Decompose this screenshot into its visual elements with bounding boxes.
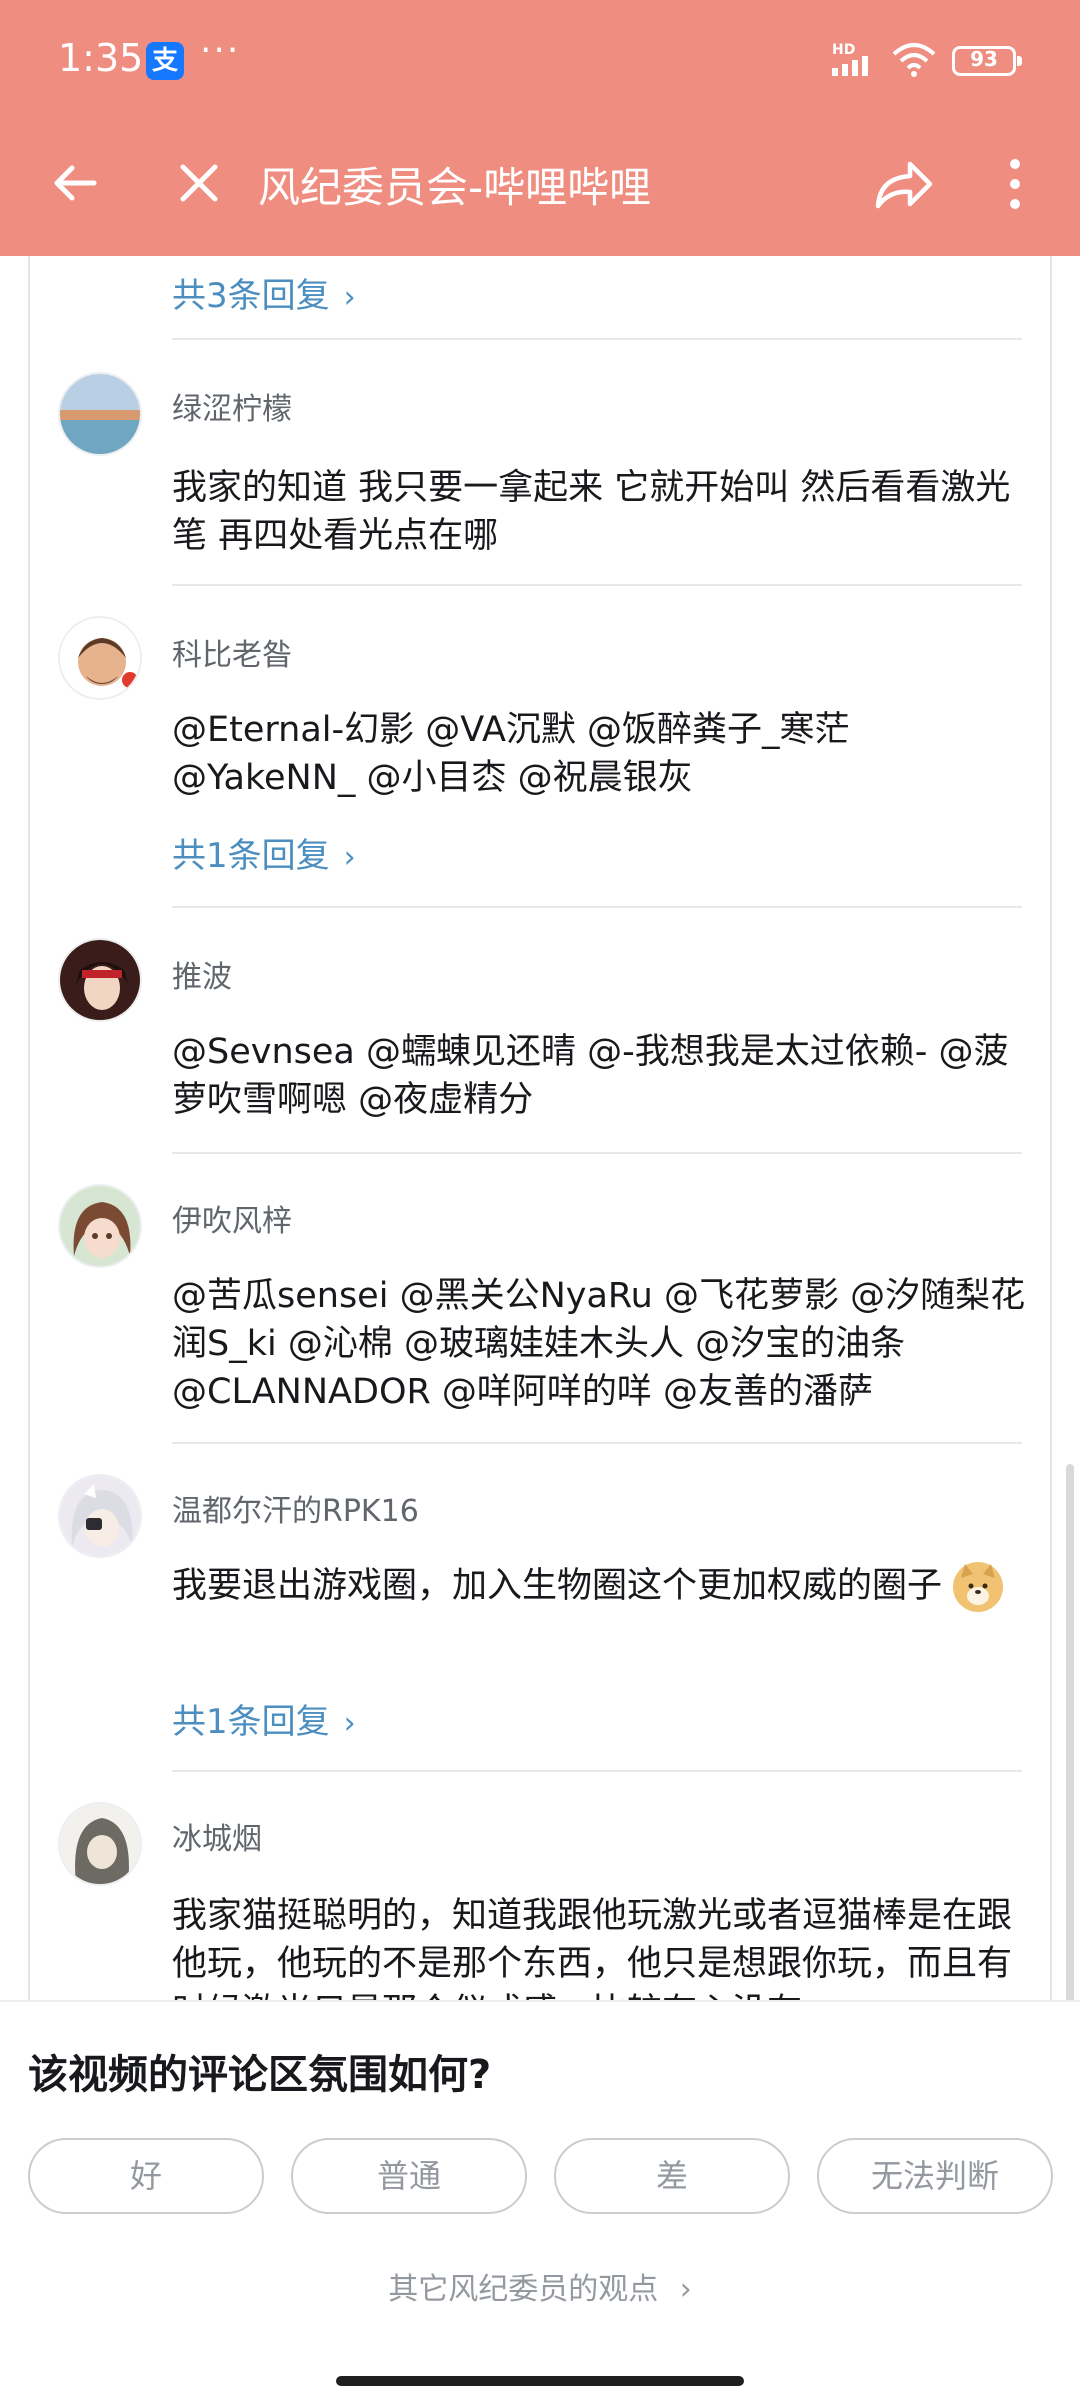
option-undecided-button[interactable]: 无法判断 — [817, 2138, 1053, 2214]
battery-icon: 93 — [952, 46, 1022, 76]
signal-icon — [832, 56, 868, 76]
divider — [172, 1152, 1022, 1154]
comment-text: 我家猫挺聪明的，知道我跟他玩激光或者逗猫棒是在跟他玩，他玩的不是那个东西，他只是… — [172, 1896, 1013, 2000]
other-opinions-label: 其它风纪委员的观点 — [388, 2272, 659, 2307]
avatar[interactable] — [58, 1184, 142, 1268]
divider — [172, 1442, 1022, 1444]
scrollbar[interactable] — [1066, 1464, 1074, 2084]
reply-count-label: 共1条回复 — [172, 836, 330, 876]
divider — [172, 906, 1022, 908]
rating-sheet: 该视频的评论区氛围如何? 好 普通 差 无法判断 其它风纪委员的观点 › — [0, 2000, 1080, 2403]
avatar[interactable] — [58, 616, 142, 700]
status-time: 1:35 — [58, 36, 144, 80]
divider — [172, 338, 1022, 340]
avatar[interactable] — [58, 372, 142, 456]
view-replies-link[interactable]: 共1条回复 › — [172, 1694, 356, 1743]
username[interactable]: 绿涩柠檬 — [172, 384, 292, 428]
reply-count-label: 共3条回复 — [172, 276, 330, 316]
option-normal-button[interactable]: 普通 — [291, 2138, 527, 2214]
comment-text: @苦瓜sensei @黑关公NyaRu @飞花萝影 @汐随梨花润S_ki @沁棉… — [172, 1276, 1026, 1412]
notification-more-icon: ··· — [200, 30, 241, 71]
avatar[interactable] — [58, 938, 142, 1022]
chevron-right-icon: › — [343, 840, 356, 875]
page-title: 风纪委员会-哔哩哔哩 — [258, 163, 652, 212]
comment-list[interactable]: 共3条回复 › 绿涩柠檬 我家的知道 我只要一拿起来 它就开始叫 然后看看激光笔 … — [28, 256, 1052, 2000]
comment-text: 我家的知道 我只要一拿起来 它就开始叫 然后看看激光笔 再四处看光点在哪 — [172, 468, 1011, 556]
username[interactable]: 科比老昝 — [172, 630, 292, 674]
username[interactable]: 伊吹风梓 — [172, 1196, 292, 1240]
chevron-right-icon: › — [343, 1706, 356, 1741]
wifi-icon — [892, 43, 936, 77]
comment-text: 我要退出游戏圈，加入生物圈这个更加权威的圈子 — [172, 1562, 1042, 1612]
more-vertical-icon[interactable] — [1000, 154, 1030, 214]
view-replies-link[interactable]: 共1条回复 › — [172, 828, 356, 877]
comment-text-content: 我要退出游戏圈，加入生物圈这个更加权威的圈子 — [172, 1566, 943, 1606]
doge-emoji-icon — [953, 1562, 1004, 1612]
battery-level: 93 — [970, 47, 998, 71]
chevron-right-icon: › — [343, 280, 356, 315]
option-good-button[interactable]: 好 — [28, 2138, 264, 2214]
username[interactable]: 温都尔汗的RPK16 — [172, 1486, 419, 1530]
divider — [172, 1770, 1022, 1772]
username[interactable]: 冰城烟 — [172, 1814, 262, 1858]
view-replies-link[interactable]: 共3条回复 › — [172, 268, 356, 317]
comment-text: @Sevnsea @蠕蝀见还晴 @-我想我是太过依赖- @菠萝吹雪啊嗯 @夜虚精… — [172, 1032, 1009, 1120]
avatar[interactable] — [58, 1802, 142, 1886]
reply-count-label: 共1条回复 — [172, 1702, 330, 1742]
alipay-icon: 支 — [146, 42, 184, 80]
close-icon[interactable] — [174, 158, 224, 208]
chevron-right-icon: › — [679, 2272, 692, 2307]
share-icon[interactable] — [870, 154, 936, 214]
nav-bar: 风纪委员会-哔哩哔哩 — [0, 120, 1080, 256]
option-bad-button[interactable]: 差 — [554, 2138, 790, 2214]
username[interactable]: 推波 — [172, 952, 232, 996]
app-header: 1:35 支 ··· HD 93 风纪委员会-哔哩哔哩 — [0, 0, 1080, 256]
home-indicator[interactable] — [336, 2376, 744, 2386]
status-bar: 1:35 支 ··· HD 93 — [0, 0, 1080, 120]
other-opinions-link[interactable]: 其它风纪委员的观点 › — [0, 2264, 1080, 2308]
back-arrow-icon[interactable] — [50, 158, 100, 208]
avatar[interactable] — [58, 1474, 142, 1558]
divider — [172, 584, 1022, 586]
comment-text: @Eternal-幻影 @VA沉默 @饭醉粪子_寒茫 @YakeNN_ @小目枩… — [172, 710, 850, 798]
rating-question: 该视频的评论区氛围如何? — [28, 2052, 492, 2098]
